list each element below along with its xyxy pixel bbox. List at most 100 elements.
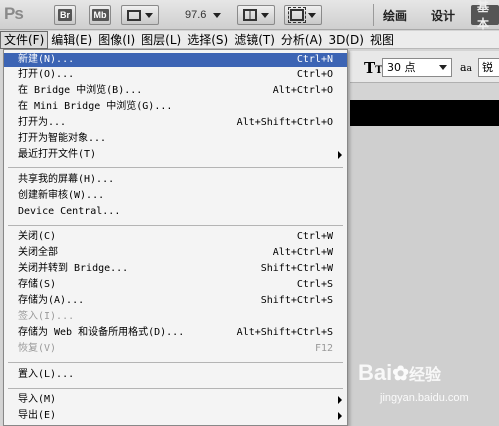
menu-item-shortcut: Alt+Ctrl+O (272, 85, 333, 96)
screen-mode-button[interactable] (284, 5, 322, 25)
menu-item-shortcut: Alt+Shift+Ctrl+O (236, 117, 333, 128)
menu-item-create-review[interactable]: 创建新审核(W)... (4, 189, 347, 203)
menu-item-recent-files[interactable]: 最近打开文件(T) (4, 148, 347, 162)
menu-filter[interactable]: 滤镜(T) (231, 31, 278, 49)
workspace-design[interactable]: 设计 (431, 5, 455, 25)
menu-3d[interactable]: 3D(D) (325, 31, 366, 49)
menu-item-label: 存储为 Web 和设备所用格式(D)... (18, 327, 185, 338)
workspace-painting[interactable]: 绘画 (383, 5, 407, 25)
menu-item-label: 打开(O)... (18, 69, 75, 80)
menu-item-shortcut: Shift+Ctrl+S (260, 295, 333, 306)
anti-alias-value: 锐 (482, 61, 493, 74)
menu-item-label: 置入(L)... (18, 369, 75, 380)
menu-item-check-in: 签入(I)... (4, 310, 347, 324)
file-menu-dropdown: 新建(N)... Ctrl+N 打开(O)... Ctrl+O 在 Bridge 中… (3, 49, 348, 426)
font-size-value: 30 点 (387, 61, 416, 74)
menu-separator (8, 225, 343, 226)
font-size-select[interactable]: 30 点 (382, 58, 452, 77)
menu-item-import[interactable]: 导入(M) (4, 393, 347, 407)
menu-item-export[interactable]: 导出(E) (4, 409, 347, 423)
menu-item-label: Device Central... (18, 206, 121, 217)
film-icon (127, 9, 141, 21)
menu-image[interactable]: 图像(I) (95, 31, 138, 49)
menu-item-label: 关闭全部 (18, 247, 58, 258)
menu-item-revert: 恢复(V) F12 (4, 342, 347, 356)
menu-item-close-all[interactable]: 关闭全部 Alt+Ctrl+W (4, 246, 347, 260)
launch-bridge-button[interactable]: Br (54, 5, 76, 25)
submenu-arrow-icon (338, 151, 342, 159)
menu-item-label: 恢复(V) (18, 343, 57, 354)
watermark-brand2: 经验 (409, 367, 442, 384)
zoom-level[interactable]: 97.6 (185, 9, 206, 21)
menu-item-shortcut: F12 (314, 343, 333, 354)
menu-item-close-go-bridge[interactable]: 关闭并转到 Bridge... Shift+Ctrl+W (4, 262, 347, 276)
menu-item-label: 存储(S) (18, 279, 57, 290)
menu-layer[interactable]: 图层(L) (138, 31, 184, 49)
bridge-icon: Br (57, 9, 72, 21)
arrange-documents-button[interactable] (237, 5, 275, 25)
menu-analysis[interactable]: 分析(A) (278, 31, 326, 49)
menu-item-label: 导出(E) (18, 410, 57, 421)
menu-item-close[interactable]: 关闭(C) Ctrl+W (4, 230, 347, 244)
menu-item-open-smart-object[interactable]: 打开为智能对象... (4, 132, 347, 146)
application-bar: Ps Br Mb 97.6 绘画 设计 基本 (0, 0, 499, 31)
menu-item-save-as[interactable]: 存储为(A)... Shift+Ctrl+S (4, 294, 347, 308)
menu-item-browse-minibridge[interactable]: 在 Mini Bridge 中浏览(G)... (4, 100, 347, 114)
chevron-down-icon (145, 12, 153, 18)
menu-view[interactable]: 视图 (367, 31, 397, 49)
document-canvas-strip (350, 100, 499, 126)
screen-mode-icon (288, 7, 306, 23)
menu-item-label: 关闭并转到 Bridge... (18, 263, 129, 274)
menu-item-open-as[interactable]: 打开为... Alt+Shift+Ctrl+O (4, 116, 347, 130)
menu-item-save[interactable]: 存储(S) Ctrl+S (4, 278, 347, 292)
chevron-down-icon (308, 12, 316, 18)
photoshop-logo: Ps (4, 4, 24, 23)
menu-item-open[interactable]: 打开(O)... Ctrl+O (4, 68, 347, 82)
menu-item-device-central[interactable]: Device Central... (4, 205, 347, 219)
menu-item-label: 共享我的屏幕(H)... (18, 174, 115, 185)
anti-alias-icon: aa (460, 61, 472, 74)
watermark-logo: Bai✿经验 (358, 360, 441, 386)
menu-item-share-screen[interactable]: 共享我的屏幕(H)... (4, 173, 347, 187)
menu-item-shortcut: Shift+Ctrl+W (260, 263, 333, 274)
menu-item-shortcut: Ctrl+W (296, 231, 333, 242)
workspace-essentials[interactable]: 基本 (471, 0, 499, 31)
menu-item-shortcut: Ctrl+S (296, 279, 333, 290)
minibridge-icon: Mb (91, 9, 109, 21)
menu-item-label: 存储为(A)... (18, 295, 85, 306)
watermark-url: jingyan.baidu.com (380, 392, 469, 404)
options-bar: TT 30 点 aa 锐 (350, 51, 499, 83)
watermark-brand: Bai (358, 360, 393, 385)
text-orientation-icon[interactable]: TT (364, 59, 383, 77)
view-extras-button[interactable] (121, 5, 159, 25)
menu-item-label: 打开为智能对象... (18, 133, 107, 144)
menu-bar: 文件(F) 编辑(E) 图像(I) 图层(L) 选择(S) 滤镜(T) 分析(A… (0, 31, 499, 49)
submenu-arrow-icon (338, 396, 342, 404)
menu-item-label: 在 Bridge 中浏览(B)... (18, 85, 143, 96)
zoom-chevron-down-icon[interactable] (213, 13, 221, 18)
menu-edit[interactable]: 编辑(E) (48, 31, 95, 49)
menu-item-label: 在 Mini Bridge 中浏览(G)... (18, 101, 173, 112)
menu-select[interactable]: 选择(S) (184, 31, 231, 49)
menu-item-shortcut: Ctrl+N (296, 54, 333, 65)
submenu-arrow-icon (338, 412, 342, 420)
menu-item-label: 新建(N)... (18, 54, 75, 65)
menu-item-shortcut: Ctrl+O (296, 69, 333, 80)
chevron-down-icon (439, 65, 447, 70)
menu-item-label: 导入(M) (18, 394, 57, 405)
menu-item-new[interactable]: 新建(N)... Ctrl+N (4, 53, 347, 67)
menu-item-label: 关闭(C) (18, 231, 57, 242)
launch-minibridge-button[interactable]: Mb (89, 5, 111, 25)
menu-item-save-for-web[interactable]: 存储为 Web 和设备所用格式(D)... Alt+Shift+Ctrl+S (4, 326, 347, 340)
anti-alias-select[interactable]: 锐 (478, 58, 499, 77)
menu-item-label: 打开为... (18, 117, 67, 128)
menu-file[interactable]: 文件(F) (0, 31, 49, 49)
menu-item-browse-bridge[interactable]: 在 Bridge 中浏览(B)... Alt+Ctrl+O (4, 84, 347, 98)
layout-grid-icon (243, 9, 257, 21)
divider (373, 4, 374, 26)
menu-item-label: 创建新审核(W)... (18, 190, 105, 201)
menu-separator (8, 362, 343, 363)
chevron-down-icon (261, 12, 269, 18)
menu-separator (8, 167, 343, 168)
menu-item-place[interactable]: 置入(L)... (4, 368, 347, 382)
